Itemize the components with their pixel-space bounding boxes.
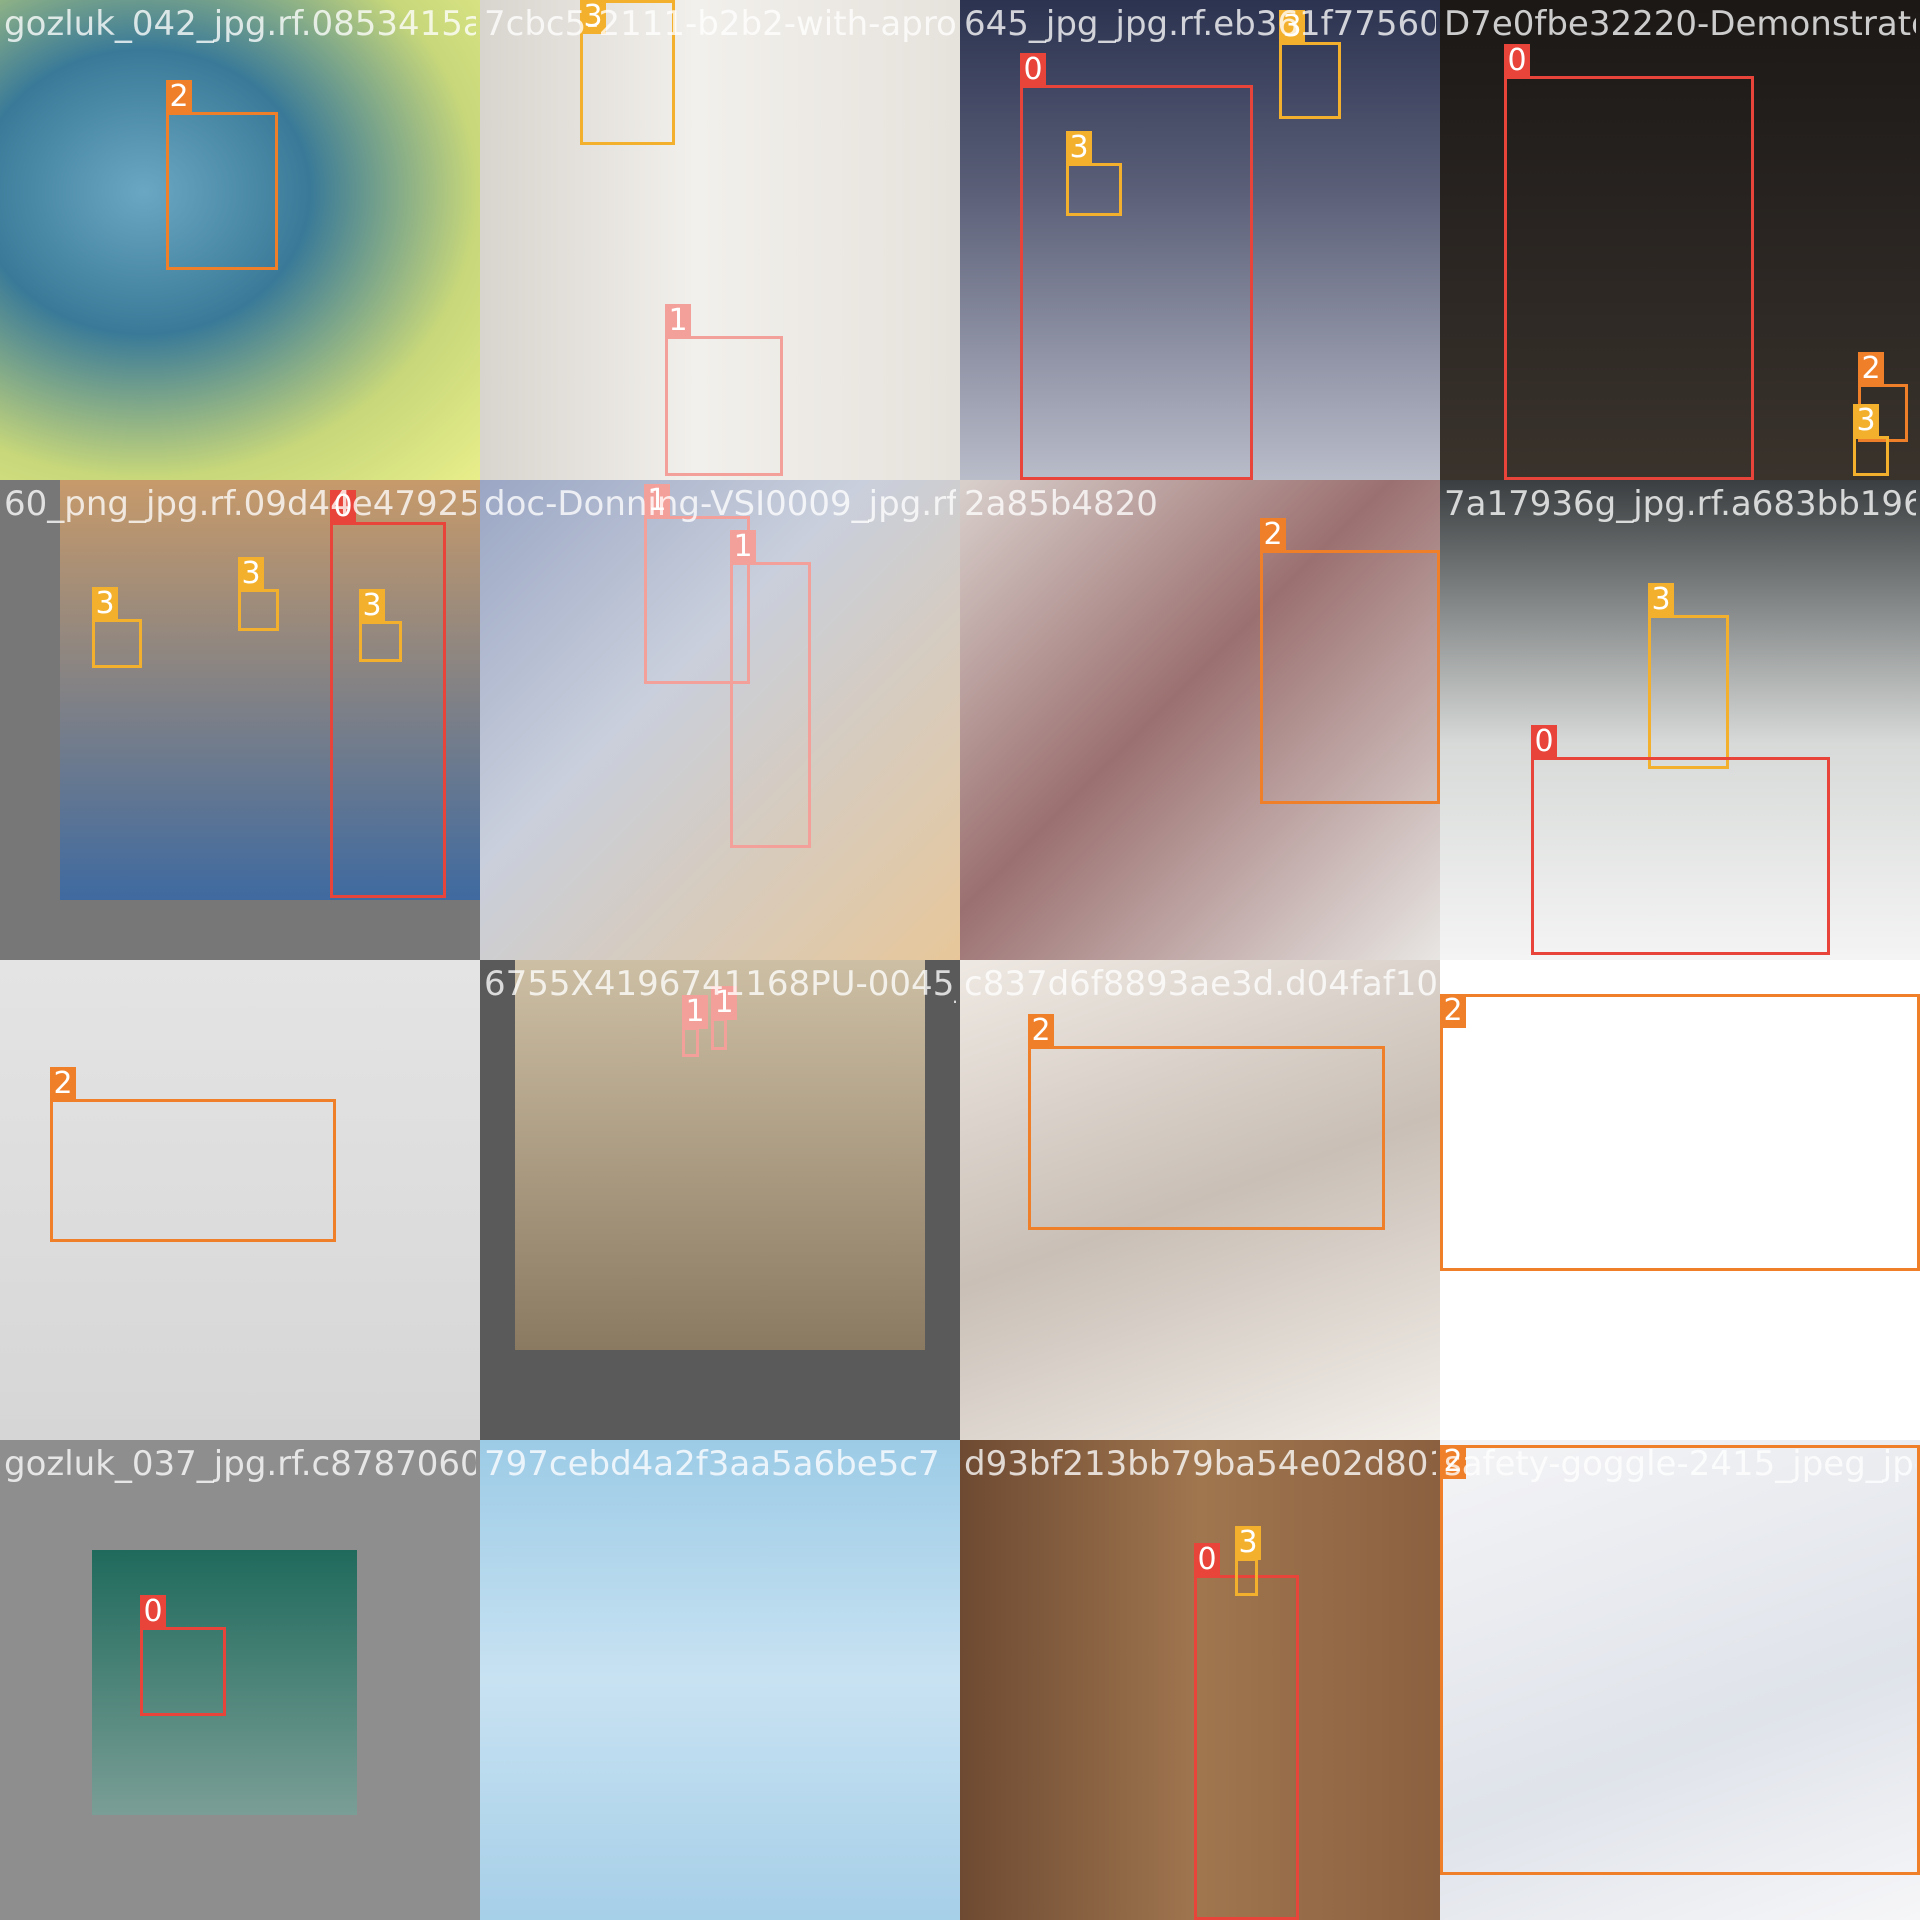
detection-class-label: 3 — [1066, 131, 1092, 165]
detection-box: 3 — [1066, 131, 1122, 216]
detection-box: 3 — [238, 557, 279, 631]
detection-box: 3 — [1648, 583, 1729, 769]
detection-class-label: 2 — [166, 80, 192, 114]
mosaic-tile: 2 gozluk_042_jpg.rf.0853415a — [0, 0, 480, 480]
detection-box: 0 — [140, 1595, 226, 1716]
detection-box: 1 — [665, 304, 783, 476]
detection-class-label: 0 — [140, 1595, 166, 1629]
detection-box: 3 — [1235, 1526, 1261, 1596]
mosaic-tile: 0 3 d93bf213bb79ba54e02d801 — [960, 1440, 1440, 1920]
detection-class-label: 2 — [1028, 1014, 1054, 1048]
tile-filename: 7a17936g_jpg.rf.a683bb196c — [1444, 484, 1916, 524]
detection-box: 2 — [1440, 994, 1920, 1271]
detection-class-label: 2 — [1440, 994, 1466, 1028]
detection-class-label: 3 — [92, 587, 118, 621]
mosaic-tile: 797cebd4a2f3aa5a6be5c7 — [480, 1440, 960, 1920]
tile-filename: safety-goggle-2415_jpeg_jpg — [1444, 1444, 1916, 1484]
tile-filename: 60_png_jpg.rf.09d44e47925 — [4, 484, 476, 524]
detection-box: 3 — [1853, 404, 1889, 476]
tile-filename: doc-Donning-VSI0009_jpg.rf. — [484, 484, 956, 524]
detection-box: 0 — [1504, 44, 1754, 480]
mosaic-tile: 0 3 3 3 60_png_jpg.rf.09d44e47925 — [0, 480, 480, 960]
detection-box: 2 — [1440, 1445, 1920, 1875]
detection-class-label: 3 — [1648, 583, 1674, 617]
detection-class-label: 1 — [665, 304, 691, 338]
tile-filename: 6755X4196741168PU-0045_jpg. — [484, 964, 956, 1004]
mosaic-tile: 2 c837d6f8893ae3d.d04faf10f712e91a6af39f6… — [960, 960, 1440, 1440]
detection-class-label: 3 — [359, 589, 385, 623]
mosaic-tile: 2 — [1440, 960, 1920, 1440]
detection-class-label: 0 — [1531, 725, 1557, 759]
tile-filename: 2a85b4820 — [964, 484, 1158, 524]
detection-class-label: 3 — [1853, 404, 1879, 438]
detection-class-label: 3 — [238, 557, 264, 591]
mosaic-tile: 0 gozluk_037_jpg.rf.c8787060 — [0, 1440, 480, 1920]
mosaic-tile: 2 — [0, 960, 480, 1440]
detection-mosaic: 2 gozluk_042_jpg.rf.0853415a 3 1 7cbc5-2111-… — [0, 0, 1920, 1920]
tile-filename: 645_jpg_jpg.rf.eb361f77560 — [964, 4, 1436, 44]
detection-box: 0 — [1531, 725, 1830, 955]
mosaic-tile: 3 0 7a17936g_jpg.rf.a683bb196c — [1440, 480, 1920, 960]
detection-class-label: 2 — [1858, 352, 1884, 386]
detection-box: 0 — [1194, 1543, 1299, 1920]
mosaic-tile: 116755X4196741168PU-0045_jpg. — [480, 960, 960, 1440]
detection-box: 0 — [1020, 53, 1253, 480]
detection-class-label: 0 — [1194, 1543, 1220, 1577]
detection-box: 1 — [682, 995, 708, 1057]
detection-class-label: 0 — [1020, 53, 1046, 87]
detection-box: 3 — [359, 589, 402, 662]
detection-box: 2 — [166, 80, 278, 270]
detection-class-label: 0 — [1504, 44, 1530, 78]
tile-photo — [480, 1440, 960, 1920]
tile-filename: c837d6f8893ae3d.d04faf10f712e91a6af39f6e… — [964, 964, 1436, 1004]
detection-box: 2 — [1260, 518, 1440, 804]
mosaic-tile: 1 1 doc-Donning-VSI0009_jpg.rf. — [480, 480, 960, 960]
detection-box: 1 — [711, 986, 737, 1050]
tile-filename: gozluk_037_jpg.rf.c8787060 — [4, 1444, 476, 1484]
mosaic-tile: 0 2 3 D7e0fbe32220-Demonstrate-Donning-P — [1440, 0, 1920, 480]
detection-class-label: 1 — [730, 530, 756, 564]
detection-box: 3 — [1279, 10, 1341, 119]
detection-box: 2 — [50, 1067, 336, 1242]
tile-filename: D7e0fbe32220-Demonstrate-Donning-P — [1444, 4, 1916, 44]
tile-filename: gozluk_042_jpg.rf.0853415a — [4, 4, 476, 44]
detection-box: 1 — [730, 530, 811, 848]
detection-box: 0 — [330, 490, 446, 898]
mosaic-tile: 2 2a85b4820 — [960, 480, 1440, 960]
tile-filename: 797cebd4a2f3aa5a6be5c7 — [484, 1444, 940, 1484]
tile-filename: d93bf213bb79ba54e02d801 — [964, 1444, 1436, 1484]
mosaic-tile: 2 safety-goggle-2415_jpeg_jpg — [1440, 1440, 1920, 1920]
detection-box: 2 — [1028, 1014, 1385, 1230]
tile-filename: 7cbc5-2111-b2b2-with-apron-gloves — [484, 4, 956, 44]
mosaic-tile: 0 3 3 645_jpg_jpg.rf.eb361f77560 — [960, 0, 1440, 480]
detection-class-label: 3 — [1235, 1526, 1261, 1560]
detection-class-label: 2 — [50, 1067, 76, 1101]
detection-box: 3 — [92, 587, 142, 668]
mosaic-tile: 317cbc5-2111-b2b2-with-apron-gloves — [480, 0, 960, 480]
